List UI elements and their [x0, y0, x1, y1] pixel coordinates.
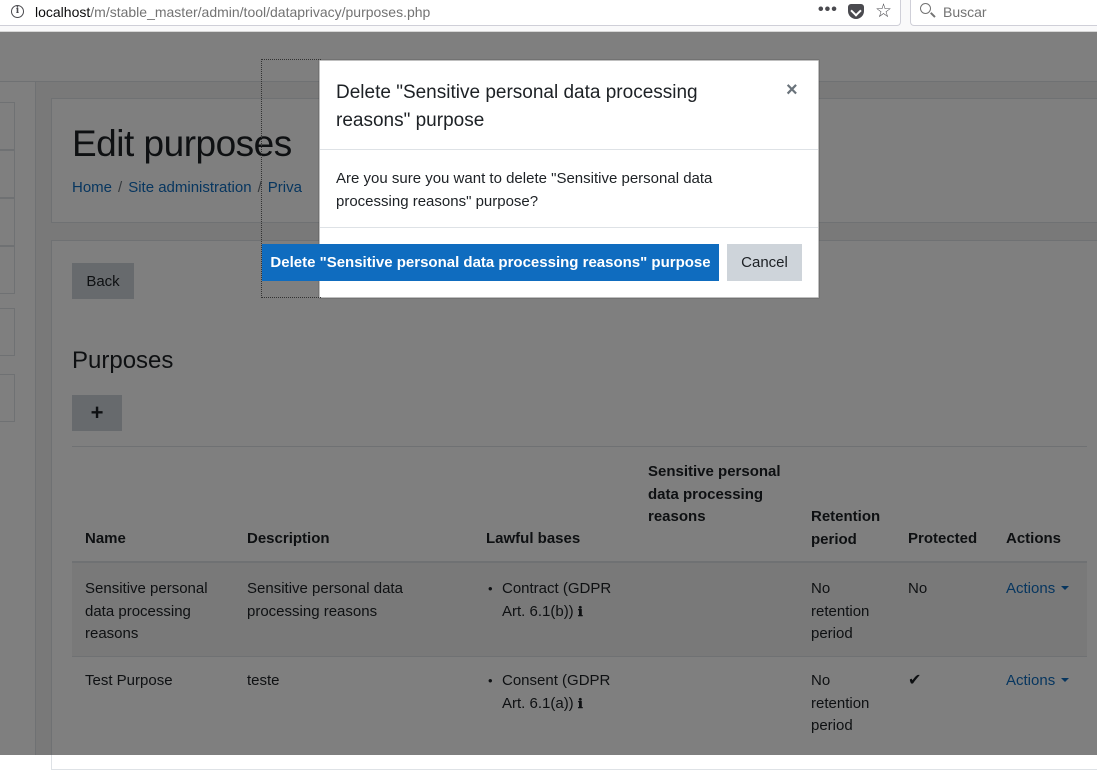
- modal-header: Delete "Sensitive personal data processi…: [320, 61, 818, 150]
- pocket-icon[interactable]: [848, 4, 864, 19]
- modal-body: Are you sure you want to delete "Sensiti…: [336, 170, 713, 210]
- search-icon: [920, 3, 931, 14]
- info-icon[interactable]: i: [11, 5, 24, 18]
- browser-search-field[interactable]: Buscar: [910, 0, 1097, 26]
- confirm-delete-button[interactable]: Delete "Sensitive personal data processi…: [262, 244, 719, 281]
- address-bar[interactable]: i localhost/m/stable_master/admin/tool/d…: [0, 0, 901, 26]
- browser-toolbar: i localhost/m/stable_master/admin/tool/d…: [0, 0, 1097, 32]
- bookmark-star-icon[interactable]: ☆: [875, 0, 892, 23]
- cancel-button[interactable]: Cancel: [727, 244, 802, 281]
- modal-title: Delete "Sensitive personal data processi…: [336, 82, 698, 131]
- modal-footer-divider: [320, 227, 818, 228]
- close-icon[interactable]: ×: [786, 78, 798, 102]
- more-actions-icon[interactable]: •••: [818, 1, 838, 19]
- search-placeholder: Buscar: [943, 4, 987, 20]
- url-text[interactable]: localhost/m/stable_master/admin/tool/dat…: [35, 4, 430, 20]
